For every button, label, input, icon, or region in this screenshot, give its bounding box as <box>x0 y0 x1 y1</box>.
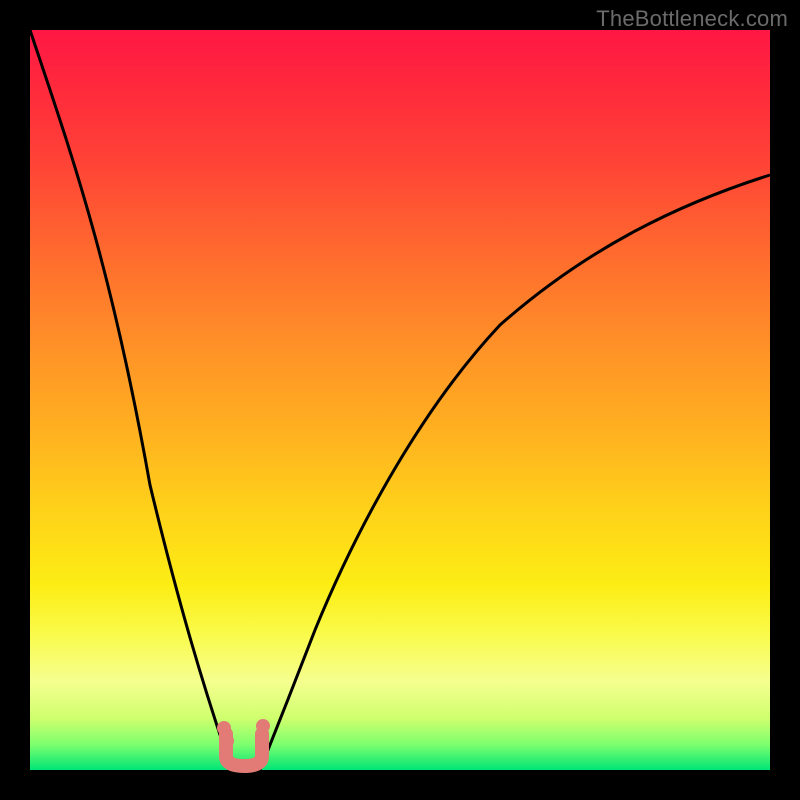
curve-layer <box>30 30 770 770</box>
watermark-text: TheBottleneck.com <box>596 6 788 32</box>
chart-frame: TheBottleneck.com <box>0 0 800 800</box>
plot-area <box>30 30 770 770</box>
right-curve <box>260 175 770 770</box>
valley-blob <box>217 719 270 770</box>
left-curve <box>30 30 230 770</box>
